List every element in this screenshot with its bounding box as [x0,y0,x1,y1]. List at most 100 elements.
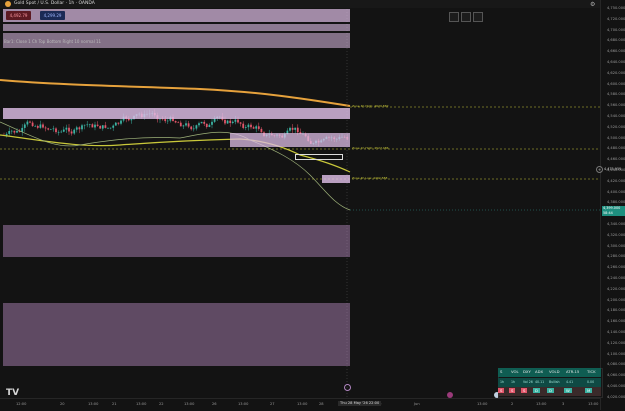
indicator-table-header-cell: VOL [511,369,519,374]
layout-icon[interactable] [461,12,471,22]
zone-box-outline [295,154,343,160]
candle-body [104,125,107,128]
settings-gear-icon[interactable]: ⚙ [590,1,595,8]
candle-body [83,124,86,126]
price-axis-label: 4,520.000 [607,124,625,129]
candle-body [36,126,39,128]
candle-body [21,127,24,132]
indicator-table-cell: D [547,388,554,393]
time-axis-label: 28 [319,402,324,406]
time-axis-label: 13:00 [297,402,308,406]
candle-body [185,123,187,126]
candle-body [91,124,94,128]
candle-body [182,125,185,127]
time-axis-label: 12:00 [16,402,27,406]
price-axis-label: 4,750.000 [607,6,625,10]
candle-body [294,127,297,130]
price-axis-label: 4,340.000 [607,222,625,226]
candle-body [244,127,247,128]
time-axis-label: 13:00 [88,402,99,406]
price-axis-label: 4,220.000 [607,286,625,291]
candle-body [205,123,208,128]
candle-body [257,126,260,129]
indicator-table-cell: S [509,388,516,393]
event-marker-2[interactable] [447,392,453,398]
candle-body [86,124,89,126]
candle-body [192,128,195,130]
event-marker-1[interactable] [344,384,351,391]
zone-mid-3 [322,175,350,183]
price-axis-label: 4,600.000 [607,81,625,86]
time-axis-label: 13:00 [184,402,195,406]
candle-body [208,124,211,128]
candle-body [203,121,206,124]
candle-body [73,129,76,134]
candle-body [70,131,73,134]
price-axis-label: 4,460.000 [607,157,625,162]
price-axis-label: 4,720.000 [607,16,625,21]
indicator-table-cell: 4.41 [566,380,574,384]
zone-mid-2 [230,133,350,147]
candle-body [296,127,299,133]
candle-body [49,129,52,130]
candle-body [179,122,182,127]
symbol-title[interactable]: Gold Spot / U.S. Dollar · 1h · OANDA [14,1,95,6]
price-axis-label: 4,140.000 [607,330,625,334]
candle-body [164,119,167,122]
candle-body [60,131,63,133]
indicator-table-cell: M [585,388,593,393]
price-axis-label: 4,020.000 [607,394,625,399]
indicator-table-header-cell: TICK [587,369,596,374]
ema-200-line [0,79,351,107]
candle-body [226,120,229,124]
demand-zone-1 [3,225,350,257]
candle-body [200,121,203,124]
indicator-table-cell: 1h [511,380,516,384]
time-axis-label: 13:00 [588,402,599,406]
price-axis-label: 4,200.000 [607,297,625,302]
time-axis-label: 13:00 [136,402,147,406]
candle-body [68,127,70,132]
candle-body [247,124,250,128]
candle-body [101,125,104,129]
symbol-exchange: OANDA [78,1,95,6]
indicator-title[interactable]: Bar1: Close 1 Ch Top Bottom Right 10 nor… [4,39,101,44]
snapshot-icon[interactable] [473,12,483,22]
buy-button[interactable]: 4,299.29 [40,11,65,20]
sell-button[interactable]: 4,492.79 [6,11,31,20]
candle-body [255,126,258,129]
time-axis-label: 26 [212,402,217,406]
zone-label-2: Zone 1h High: 4527.486 [352,146,389,150]
candle-body [107,127,109,129]
candle-body [260,128,263,133]
candle-body [114,122,117,126]
candle-body [198,123,200,126]
indicator-table-cell: S [521,388,528,393]
candle-body [242,123,245,128]
indicator-table-cell: S [498,388,505,393]
price-axis-label: 4,060.000 [607,373,625,378]
plus-icon[interactable]: + [596,166,603,173]
time-axis-label: 13:00 [238,402,249,406]
candle-body [112,125,115,128]
time-axis-label: 20 [60,402,65,406]
marker-price-tag: 4,475.955 [604,167,622,171]
candle-body [291,127,294,130]
current-price-countdown: 58:44 [603,210,613,215]
price-axis-label: 4,120.000 [607,340,625,345]
indicator-table-cell: 1h [500,380,505,384]
fullscreen-icon[interactable] [449,12,459,22]
price-axis-label: 4,620.000 [607,70,625,75]
price-axis-label: 4,400.000 [607,189,625,194]
candle-body [78,127,81,130]
candle-body [13,130,16,133]
candle-body [211,121,213,125]
indicator-table-cell: Vol 26 [523,380,533,384]
candle-body [88,124,91,125]
candle-body [177,122,180,124]
candle-body [34,126,37,127]
current-price-tag: 4,399.000 58:44 [602,206,625,216]
candle-body [99,125,102,129]
price-axis-label: 4,660.000 [607,49,625,54]
candle-body [23,124,26,128]
